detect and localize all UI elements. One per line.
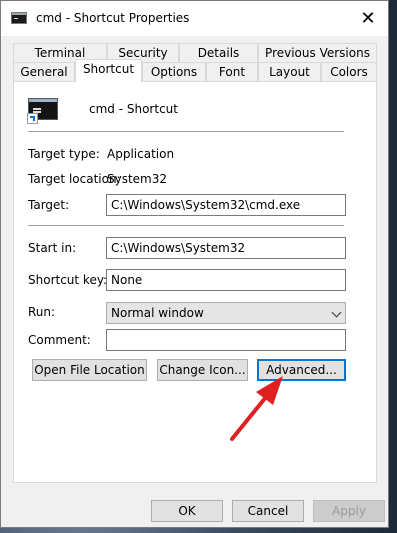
shortcut-name: cmd - Shortcut [89, 102, 178, 116]
tab-layout[interactable]: Layout [258, 62, 321, 81]
shortcut-key-label: Shortcut key: [28, 273, 108, 287]
tab-previous-versions[interactable]: Previous Versions [258, 43, 377, 62]
title-bar: cmd - Shortcut Properties ✕ [1, 1, 388, 36]
cancel-button[interactable]: Cancel [232, 500, 304, 522]
console-icon [11, 12, 27, 24]
target-type-label: Target type: [28, 147, 100, 161]
run-select[interactable]: Normal window [106, 302, 346, 324]
run-select-value: Normal window [111, 306, 204, 320]
close-icon[interactable]: ✕ [348, 1, 388, 36]
separator [28, 225, 344, 226]
window-title: cmd - Shortcut Properties [36, 11, 190, 25]
open-file-location-button[interactable]: Open File Location [32, 359, 147, 381]
change-icon-button[interactable]: Change Icon... [157, 359, 248, 381]
tab-font[interactable]: Font [206, 62, 258, 81]
comment-label: Comment: [28, 333, 91, 347]
separator [28, 131, 344, 132]
tab-options[interactable]: Options [142, 62, 206, 81]
target-type-value: Application [107, 147, 175, 161]
tab-row-bottom: General Shortcut Options Font Layout Col… [13, 59, 377, 82]
tab-general[interactable]: General [13, 62, 75, 81]
start-in-label: Start in: [28, 241, 77, 255]
start-in-field[interactable]: C:\Windows\System32 [106, 237, 346, 259]
run-label: Run: [28, 305, 56, 319]
properties-dialog: cmd - Shortcut Properties ✕ Terminal Sec… [0, 0, 389, 528]
target-label: Target: [28, 198, 70, 212]
comment-field[interactable] [106, 329, 346, 351]
shortcut-overlay-icon [27, 113, 38, 124]
advanced-button[interactable]: Advanced... [257, 359, 346, 381]
shortcut-key-field[interactable]: None [106, 269, 346, 291]
tab-details[interactable]: Details [179, 43, 258, 62]
tab-colors[interactable]: Colors [321, 62, 377, 81]
target-location-value: System32 [107, 172, 168, 186]
target-field[interactable]: C:\Windows\System32\cmd.exe [106, 194, 346, 216]
tab-shortcut[interactable]: Shortcut [75, 59, 142, 82]
chevron-down-icon [331, 307, 342, 318]
tab-row-top: Terminal Security Details Previous Versi… [13, 43, 377, 62]
apply-button[interactable]: Apply [313, 500, 385, 522]
shortcut-tab-panel: cmd - Shortcut Target type: Application … [13, 81, 377, 483]
ok-button[interactable]: OK [151, 500, 223, 522]
